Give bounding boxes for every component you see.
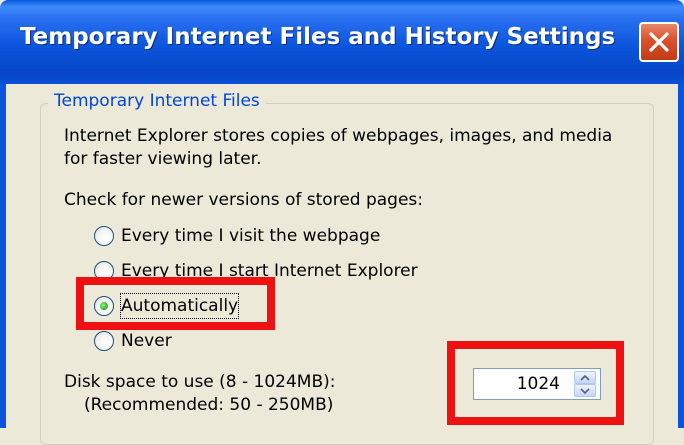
title-bar[interactable]: Temporary Internet Files and History Set… bbox=[0, 0, 684, 84]
close-button[interactable] bbox=[639, 22, 679, 62]
option-label: Every time I visit the webpage bbox=[121, 226, 381, 246]
disk-space-label: Disk space to use (8 - 1024MB): bbox=[64, 372, 336, 392]
window-border-left bbox=[0, 84, 6, 428]
radio-button[interactable] bbox=[94, 226, 114, 246]
window-border-right bbox=[678, 84, 684, 428]
description-line-2: for faster viewing later. bbox=[64, 149, 262, 169]
description-line-1: Internet Explorer stores copies of webpa… bbox=[64, 126, 613, 146]
highlight-box-disk-space bbox=[447, 341, 624, 425]
groupbox-legend: Temporary Internet Files bbox=[48, 91, 266, 111]
window-title: Temporary Internet Files and History Set… bbox=[20, 24, 616, 50]
check-newer-versions-label: Check for newer versions of stored pages… bbox=[64, 190, 424, 210]
highlight-box-automatically bbox=[76, 277, 275, 330]
close-icon bbox=[649, 32, 669, 52]
disk-space-recommended: (Recommended: 50 - 250MB) bbox=[84, 395, 334, 415]
radio-button[interactable] bbox=[94, 331, 114, 351]
dialog-window: Temporary Internet Files and History Set… bbox=[0, 0, 684, 445]
option-label: Never bbox=[121, 331, 172, 351]
